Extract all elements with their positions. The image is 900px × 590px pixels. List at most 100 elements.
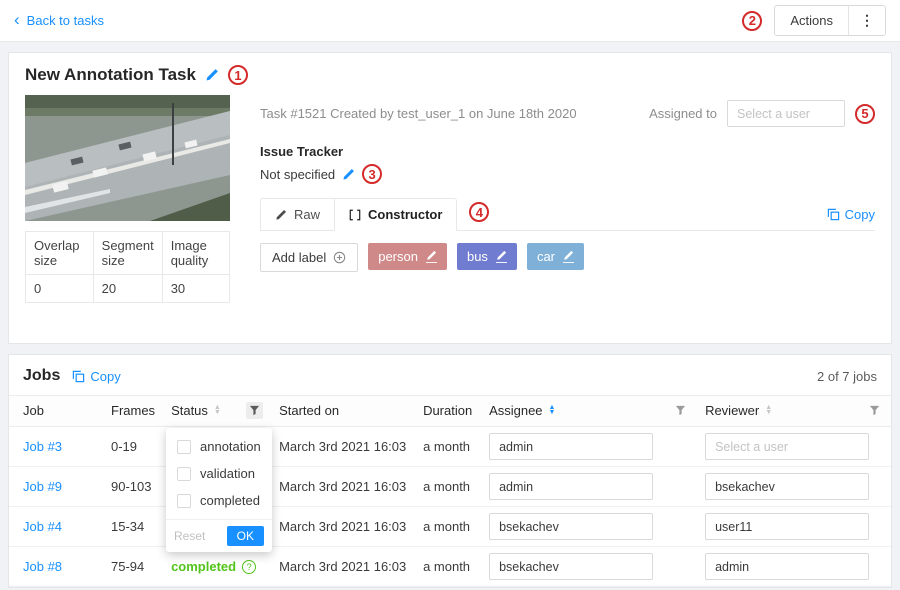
task-meta-text: Task #1521 Created by test_user_1 on Jun… [260, 106, 639, 121]
top-navigation-bar: ‹ Back to tasks 2 Actions ⋮ [0, 0, 900, 42]
label-tag-car[interactable]: car [527, 243, 584, 270]
edit-issue-tracker-icon[interactable] [342, 168, 355, 181]
job-3-reviewer-input[interactable] [705, 433, 869, 460]
callout-5: 5 [855, 104, 875, 124]
job-4-assignee-input[interactable] [489, 513, 653, 540]
callout-3: 3 [362, 164, 382, 184]
job-row-9: Job #9 90-103 March 3rd 2021 16:03 a mon… [9, 467, 891, 507]
checkbox-validation[interactable] [177, 467, 191, 481]
actions-menu-button[interactable]: ⋮ [848, 6, 885, 35]
job-row-8: Job #8 75-94 completed ? March 3rd 2021 … [9, 547, 891, 587]
column-header-frames: Frames [103, 396, 163, 427]
assigned-to-label: Assigned to [649, 106, 717, 121]
assignee-header-label: Assignee [489, 403, 542, 418]
tab-raw[interactable]: Raw [260, 198, 334, 231]
param-value-overlap: 0 [26, 275, 94, 303]
column-header-duration: Duration [415, 396, 481, 427]
column-header-started: Started on [271, 396, 415, 427]
status-filter-dropdown: annotation validation completed Reset OK [166, 428, 272, 552]
callout-2: 2 [742, 11, 762, 31]
param-value-quality: 30 [162, 275, 229, 303]
actions-button[interactable]: Actions [775, 6, 848, 35]
job-9-frames: 90-103 [103, 467, 163, 507]
label-tag-bus[interactable]: bus [457, 243, 517, 270]
copy-icon [827, 208, 840, 221]
jobs-card: Jobs Copy 2 of 7 jobs Job Frames Status [8, 354, 892, 588]
job-3-link[interactable]: Job #3 [23, 439, 62, 454]
job-8-link[interactable]: Job #8 [23, 559, 62, 574]
back-to-tasks-link[interactable]: ‹ Back to tasks [14, 13, 104, 28]
edit-label-car-icon[interactable] [563, 250, 574, 263]
filter-option-completed[interactable]: completed [166, 487, 272, 514]
callout-4: 4 [469, 202, 489, 222]
jobs-copy-button[interactable]: Copy [72, 369, 120, 384]
assignee-filter-icon[interactable] [672, 402, 689, 419]
reviewer-sort-icon[interactable]: ▲▼ [765, 406, 772, 414]
filter-option-validation-label: validation [200, 466, 255, 481]
job-9-assignee-input[interactable] [489, 473, 653, 500]
job-9-reviewer-input[interactable] [705, 473, 869, 500]
add-label-button[interactable]: Add label [260, 243, 358, 272]
job-9-duration: a month [415, 467, 481, 507]
job-row-4: Job #4 15-34 March 3rd 2021 16:03 a mont… [9, 507, 891, 547]
job-3-frames: 0-19 [103, 427, 163, 467]
tab-constructor[interactable]: Constructor [334, 198, 457, 231]
filter-reset-button[interactable]: Reset [174, 529, 205, 543]
job-4-reviewer-input[interactable] [705, 513, 869, 540]
issue-tracker-value: Not specified [260, 167, 335, 182]
edit-label-person-icon[interactable] [426, 250, 437, 263]
task-title: New Annotation Task [25, 65, 196, 85]
edit-label-bus-icon[interactable] [496, 250, 507, 263]
labels-copy-button[interactable]: Copy [827, 207, 875, 222]
label-car-name: car [537, 249, 555, 264]
param-header-quality: Image quality [162, 232, 229, 275]
tab-constructor-label: Constructor [368, 207, 442, 222]
filter-ok-button[interactable]: OK [227, 526, 264, 546]
column-header-reviewer[interactable]: Reviewer ▲▼ [697, 396, 891, 427]
status-help-icon[interactable]: ? [242, 560, 256, 574]
label-person-name: person [378, 249, 418, 264]
checkbox-completed[interactable] [177, 494, 191, 508]
filter-option-annotation[interactable]: annotation [166, 433, 272, 460]
filter-option-validation[interactable]: validation [166, 460, 272, 487]
filter-option-annotation-label: annotation [200, 439, 261, 454]
constructor-block-icon [349, 209, 361, 221]
edit-task-name-icon[interactable] [205, 68, 219, 82]
status-filter-icon[interactable] [246, 402, 263, 419]
raw-pencil-icon [275, 209, 287, 221]
callout-1: 1 [228, 65, 248, 85]
copy-icon [72, 370, 85, 383]
jobs-title: Jobs [23, 367, 60, 385]
checkbox-annotation[interactable] [177, 440, 191, 454]
job-8-assignee-input[interactable] [489, 553, 653, 580]
reviewer-filter-icon[interactable] [866, 402, 883, 419]
job-9-link[interactable]: Job #9 [23, 479, 62, 494]
issue-tracker-label: Issue Tracker [260, 144, 875, 159]
job-4-duration: a month [415, 507, 481, 547]
param-header-segment: Segment size [93, 232, 162, 275]
status-sort-icon[interactable]: ▲▼ [214, 406, 221, 414]
labels-tab-bar: Raw Constructor 4 Copy [260, 198, 875, 231]
job-8-reviewer-input[interactable] [705, 553, 869, 580]
status-header-label: Status [171, 403, 208, 418]
job-8-started: March 3rd 2021 16:03 [271, 547, 415, 587]
job-3-duration: a month [415, 427, 481, 467]
job-8-status-badge: completed ? [171, 559, 256, 574]
column-header-job[interactable]: Job [9, 396, 103, 427]
param-header-overlap: Overlap size [26, 232, 94, 275]
task-parameters-table: Overlap size Segment size Image quality … [25, 231, 230, 303]
back-to-tasks-label: Back to tasks [27, 13, 104, 28]
jobs-table: Job Frames Status ▲▼ Started on Duration [9, 395, 891, 587]
assignee-sort-icon[interactable]: ▲▼ [549, 406, 556, 414]
label-tag-person[interactable]: person [368, 243, 447, 270]
column-header-status[interactable]: Status ▲▼ [163, 396, 271, 427]
job-row-3: Job #3 0-19 March 3rd 2021 16:03 a month [9, 427, 891, 467]
label-bus-name: bus [467, 249, 488, 264]
column-header-assignee[interactable]: Assignee ▲▼ [481, 396, 697, 427]
job-4-link[interactable]: Job #4 [23, 519, 62, 534]
job-8-status-text: completed [171, 559, 236, 574]
job-3-assignee-input[interactable] [489, 433, 653, 460]
job-8-duration: a month [415, 547, 481, 587]
task-assignee-input[interactable] [727, 100, 845, 127]
labels-constructor-panel: Add label person bus [260, 231, 875, 327]
